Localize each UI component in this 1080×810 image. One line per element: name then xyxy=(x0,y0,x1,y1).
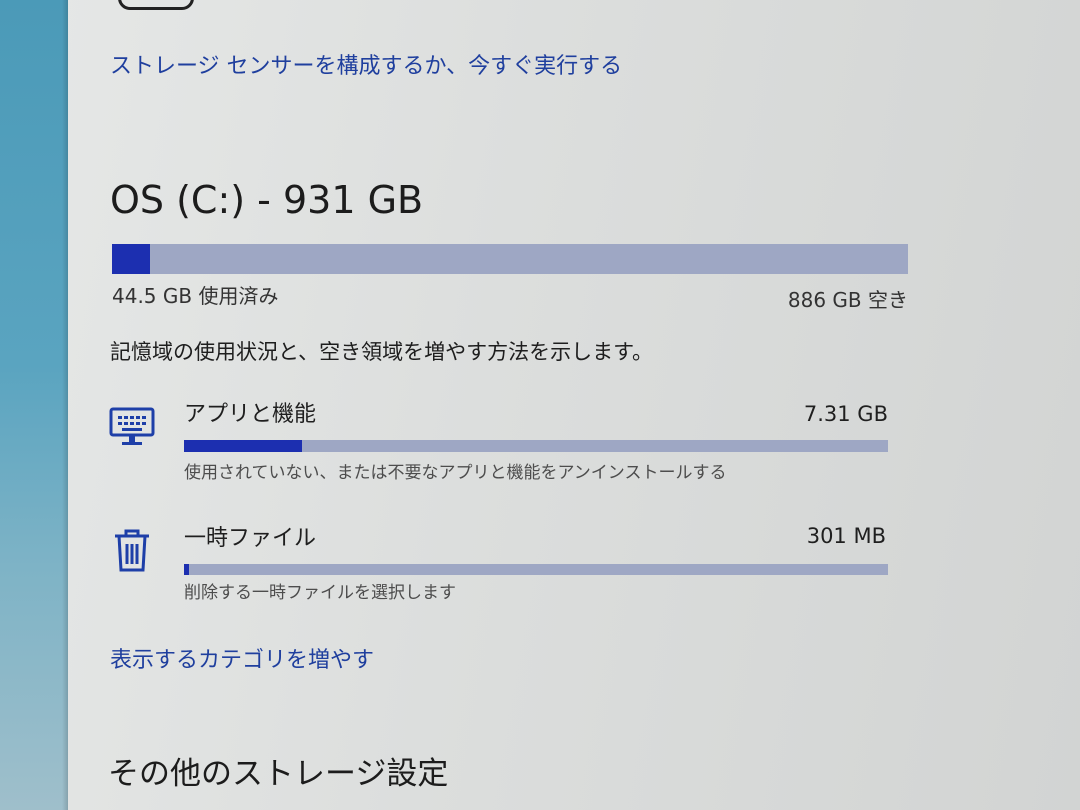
drive-usage-fill xyxy=(112,244,151,274)
category-size: 7.31 GB xyxy=(803,402,888,426)
monitor-keyboard-icon xyxy=(108,406,156,448)
category-usage-fill xyxy=(184,440,302,452)
category-title: 一時ファイル xyxy=(184,526,317,551)
toggle-switch[interactable] xyxy=(118,0,194,10)
other-storage-settings-heading: その他のストレージ設定 xyxy=(108,756,449,792)
drive-usage-bar[interactable] xyxy=(112,244,908,274)
storage-description: 記憶域の使用状況と、空き領域を増やす方法を示します。 xyxy=(110,340,654,364)
drive-free-label: 886 GB 空き xyxy=(787,288,908,312)
drive-used-label: 44.5 GB 使用済み xyxy=(112,284,279,308)
storage-settings-screen: ストレージ センサーを構成するか、今すぐ実行する OS (C:) - 931 G… xyxy=(0,0,1080,810)
drive-title: OS (C:) - 931 GB xyxy=(110,178,424,222)
category-subtitle: 使用されていない、または不要なアプリと機能をアンインストールする xyxy=(184,463,727,483)
show-more-categories-link[interactable]: 表示するカテゴリを増やす xyxy=(110,642,374,674)
category-subtitle: 削除する一時ファイルを選択します xyxy=(184,583,456,603)
trash-icon xyxy=(112,526,152,574)
storage-sense-link[interactable]: ストレージ センサーを構成するか、今すぐ実行する xyxy=(110,48,622,80)
category-usage-fill xyxy=(184,564,189,575)
category-size: 301 MB xyxy=(806,524,886,548)
category-usage-bar xyxy=(184,440,888,452)
category-title: アプリと機能 xyxy=(184,402,317,427)
category-usage-bar xyxy=(184,564,888,575)
desktop-background-strip xyxy=(0,0,68,810)
